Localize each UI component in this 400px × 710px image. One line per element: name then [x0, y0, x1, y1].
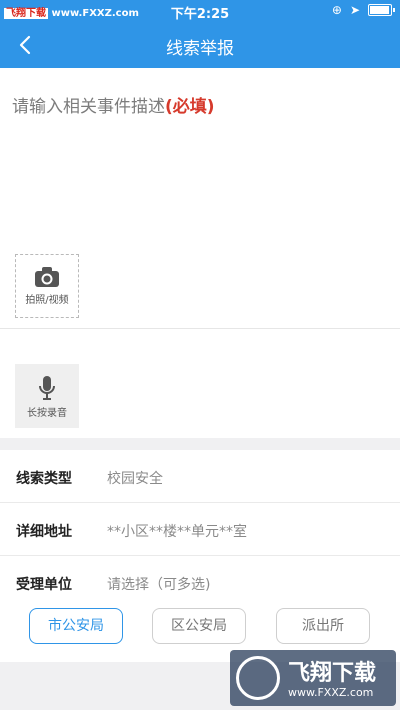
- section-divider: [0, 328, 400, 329]
- unit-option-city-police[interactable]: 市公安局: [29, 608, 123, 644]
- battery-icon: [368, 4, 395, 16]
- unit-option-district-police[interactable]: 区公安局: [152, 608, 246, 644]
- handling-unit-hint: 请选择（可多选): [107, 577, 211, 593]
- clue-type-row[interactable]: 线索类型 校园安全: [0, 450, 400, 503]
- clue-type-value: 校园安全: [107, 471, 163, 487]
- watermark-url: www.FXXZ.com: [288, 686, 374, 699]
- required-tag: (必填): [165, 97, 215, 117]
- page-title: 线索举报: [166, 39, 234, 59]
- status-icons: ⊕ ➤: [331, 3, 395, 17]
- voice-record-button[interactable]: 长按录音: [15, 364, 79, 428]
- report-form: 线索类型 校园安全 详细地址 **小区**楼**单元**室 受理单位 请选择（可…: [0, 450, 400, 662]
- address-row[interactable]: 详细地址 **小区**楼**单元**室: [0, 503, 400, 556]
- description-input[interactable]: 请输入相关事件描述(必填): [12, 92, 215, 117]
- voice-record-label: 长按录音: [27, 408, 67, 419]
- brand-logo-icon: [236, 656, 280, 700]
- description-placeholder: 请输入相关事件描述: [12, 97, 165, 117]
- photo-video-label: 拍照/视频: [25, 295, 69, 306]
- handling-unit-row[interactable]: 受理单位 请选择（可多选): [0, 556, 400, 609]
- handling-unit-label: 受理单位: [16, 577, 72, 593]
- unit-options: 市公安局 区公安局 派出所: [0, 608, 400, 648]
- watermark-logo: 飞翔下载 www.FXXZ.com: [230, 650, 396, 706]
- orientation-lock-icon: ⊕: [331, 3, 342, 17]
- navigation-bar: 线索举报: [0, 22, 400, 68]
- location-icon: ➤: [349, 3, 360, 17]
- address-label: 详细地址: [16, 524, 72, 540]
- status-bar: 飞翔下载 www.FXXZ.com 下午2:25 ⊕ ➤: [0, 0, 400, 22]
- photo-video-button[interactable]: 拍照/视频: [15, 254, 79, 318]
- watermark-brand: 飞翔下载: [288, 661, 377, 686]
- unit-option-police-station[interactable]: 派出所: [276, 608, 370, 644]
- report-content: 请输入相关事件描述(必填) 拍照/视频 长按录音: [0, 68, 400, 438]
- clue-type-label: 线索类型: [16, 471, 72, 487]
- camera-icon: [35, 267, 59, 287]
- microphone-icon: [39, 376, 55, 400]
- address-input[interactable]: **小区**楼**单元**室: [107, 521, 247, 541]
